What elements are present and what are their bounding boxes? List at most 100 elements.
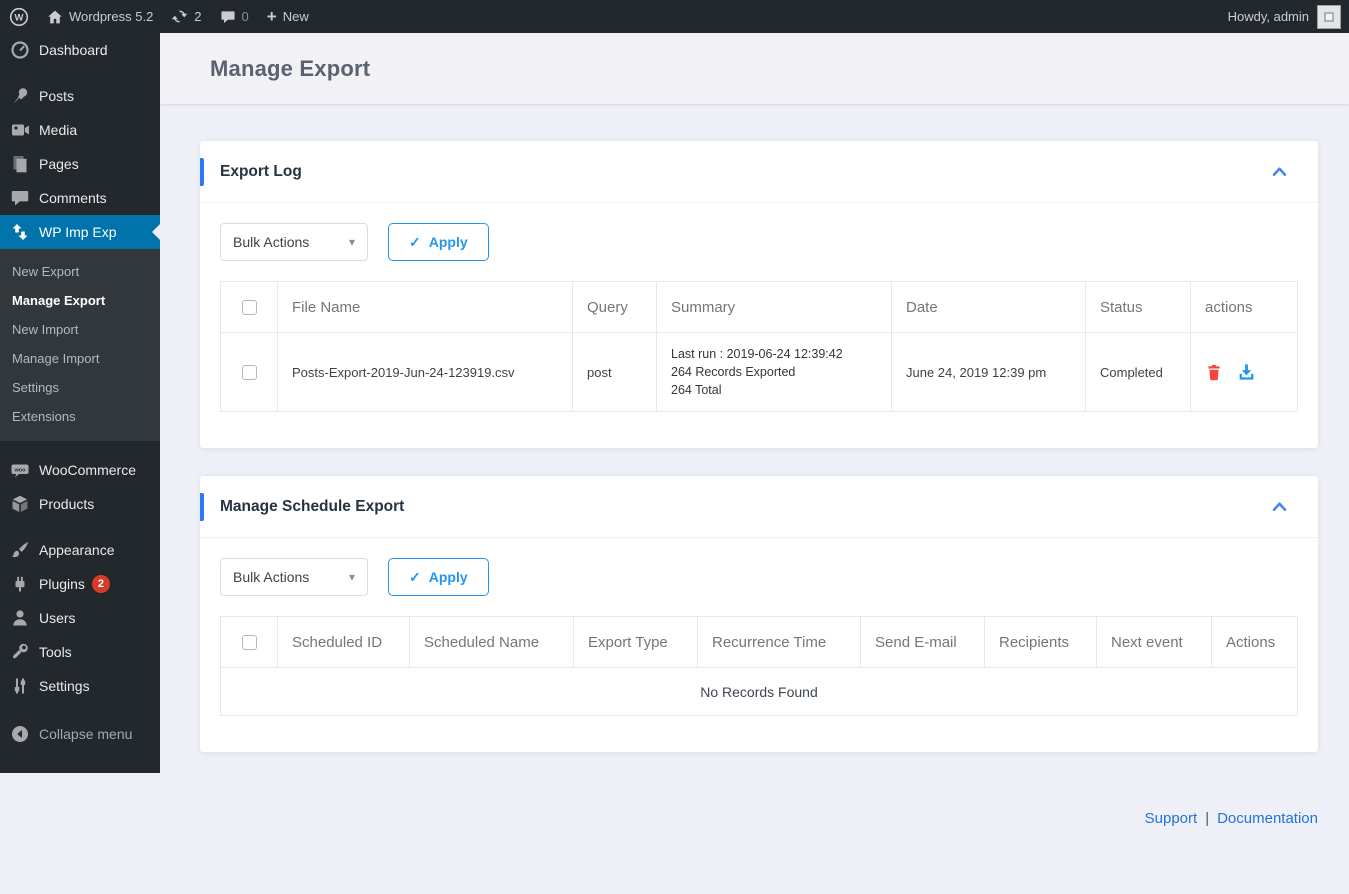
- woocommerce-icon: woo: [11, 464, 29, 478]
- bulk-actions-select[interactable]: Bulk Actions ▾: [220, 223, 368, 261]
- sidebar-item-users[interactable]: Users: [0, 601, 160, 635]
- sidebar-item-wp-imp-exp[interactable]: WP Imp Exp: [0, 215, 160, 249]
- sidebar-label: Products: [39, 496, 95, 512]
- export-log-collapse-toggle[interactable]: [1271, 166, 1288, 177]
- support-link[interactable]: Support: [1145, 810, 1198, 827]
- export-log-toolbar: Bulk Actions ▾ ✓ Apply: [220, 223, 1298, 261]
- bulk-actions-selected-value: Bulk Actions: [233, 234, 310, 250]
- select-all-cell: [221, 617, 278, 667]
- export-log-panel: Export Log Bulk Actions ▾ ✓ Apply File N…: [200, 141, 1318, 448]
- export-log-panel-header: Export Log: [200, 141, 1318, 203]
- sidebar-label: Plugins: [39, 576, 85, 592]
- updates-link[interactable]: 2: [162, 0, 210, 33]
- schedule-toolbar: Bulk Actions ▾ ✓ Apply: [220, 558, 1298, 596]
- collapse-arrow-icon: [12, 726, 28, 742]
- submenu-settings[interactable]: Settings: [0, 373, 160, 402]
- apply-label: Apply: [428, 234, 468, 250]
- schedule-apply-button[interactable]: ✓ Apply: [388, 558, 489, 596]
- row-select-cell: [221, 333, 278, 411]
- sidebar-item-tools[interactable]: Tools: [0, 635, 160, 669]
- wordpress-logo-menu[interactable]: W: [0, 0, 38, 33]
- schedule-panel-header: Manage Schedule Export: [200, 476, 1318, 538]
- plugin-footer: Support | Documentation: [200, 810, 1318, 827]
- submenu-manage-export[interactable]: Manage Export: [0, 286, 160, 315]
- sidebar-item-appearance[interactable]: Appearance: [0, 533, 160, 567]
- table-header-row: Scheduled ID Scheduled Name Export Type …: [221, 617, 1297, 667]
- footer-separator: |: [1205, 810, 1210, 827]
- column-header: Next event: [1097, 617, 1212, 667]
- page-title: Manage Export: [210, 55, 371, 81]
- plus-icon: +: [266, 7, 277, 26]
- wp-imp-exp-submenu: New Export Manage Export New Import Mana…: [0, 249, 160, 441]
- avatar-glyph: [1324, 11, 1334, 22]
- apply-button[interactable]: ✓ Apply: [388, 223, 489, 261]
- sidebar-label: WooCommerce: [39, 462, 136, 478]
- new-content-link[interactable]: + New: [258, 0, 318, 33]
- schedule-bulk-actions-select[interactable]: Bulk Actions ▾: [220, 558, 368, 596]
- download-button[interactable]: [1237, 363, 1256, 382]
- column-header: Send E-mail: [861, 617, 985, 667]
- delete-button[interactable]: [1205, 363, 1223, 382]
- svg-text:W: W: [15, 12, 24, 23]
- avatar[interactable]: [1317, 4, 1341, 29]
- select-all-checkbox[interactable]: [241, 299, 257, 315]
- brush-icon: [12, 542, 29, 558]
- content-area: Manage Export Export Log Bulk Actions ▾: [160, 33, 1349, 894]
- summary-cell: Last run : 2019-06-24 12:39:42 264 Recor…: [657, 333, 892, 411]
- submenu-manage-import[interactable]: Manage Import: [0, 344, 160, 373]
- sidebar-label: Dashboard: [39, 42, 108, 58]
- user-icon: [13, 610, 27, 626]
- apply-label: Apply: [428, 569, 468, 585]
- updates-icon: [171, 10, 188, 23]
- column-header: Actions: [1226, 633, 1276, 651]
- chevron-down-icon: ▾: [348, 235, 355, 249]
- dashboard-icon: [11, 41, 29, 59]
- comments-icon: [11, 191, 29, 206]
- bulk-actions-selected-value: Bulk Actions: [233, 569, 310, 585]
- sidebar-label: Pages: [39, 156, 79, 172]
- collapse-menu-button[interactable]: Collapse menu: [0, 717, 160, 751]
- page-header: Manage Export: [160, 33, 1349, 104]
- manage-schedule-export-panel: Manage Schedule Export Bulk Actions ▾ ✓ …: [200, 476, 1318, 752]
- sidebar-item-pages[interactable]: Pages: [0, 147, 160, 181]
- actions-cell: [1191, 333, 1297, 411]
- sidebar-item-comments[interactable]: Comments: [0, 181, 160, 215]
- sidebar-item-products[interactable]: Products: [0, 487, 160, 521]
- schedule-panel-title: Manage Schedule Export: [220, 497, 405, 515]
- svg-text:woo: woo: [14, 468, 26, 474]
- sidebar-item-settings[interactable]: Settings: [0, 669, 160, 703]
- wrench-icon: [12, 643, 28, 659]
- pin-icon: [13, 88, 28, 104]
- schedule-collapse-toggle[interactable]: [1271, 501, 1288, 512]
- sidebar-label: Users: [39, 610, 76, 626]
- file-name-cell: Posts-Export-2019-Jun-24-123919.csv: [278, 333, 573, 411]
- summary-line: 264 Records Exported: [671, 364, 796, 379]
- howdy-text[interactable]: Howdy, admin: [1228, 9, 1309, 24]
- sidebar-item-plugins[interactable]: Plugins 2: [0, 567, 160, 601]
- column-header: Export Type: [574, 617, 698, 667]
- column-header: Status: [1086, 282, 1191, 332]
- site-name-link[interactable]: Wordpress 5.2: [38, 0, 162, 33]
- sliders-icon: [14, 678, 26, 694]
- submenu-extensions[interactable]: Extensions: [0, 402, 160, 431]
- column-header: Scheduled ID: [278, 617, 410, 667]
- date-cell: June 24, 2019 12:39 pm: [892, 333, 1086, 411]
- comments-link[interactable]: 0: [211, 0, 258, 33]
- sidebar-item-woocommerce[interactable]: woo WooCommerce: [0, 453, 160, 487]
- column-header: actions: [1205, 298, 1253, 316]
- export-log-table: File Name Query Summary Date Status acti…: [220, 281, 1298, 412]
- submenu-new-import[interactable]: New Import: [0, 315, 160, 344]
- menu-separator: [0, 441, 160, 453]
- update-count: 2: [194, 9, 202, 24]
- sidebar-item-posts[interactable]: Posts: [0, 79, 160, 113]
- submenu-new-export[interactable]: New Export: [0, 257, 160, 286]
- sidebar-item-media[interactable]: Media: [0, 113, 160, 147]
- column-header: Summary: [657, 282, 892, 332]
- column-header: Recurrence Time: [698, 617, 861, 667]
- row-checkbox[interactable]: [241, 364, 257, 380]
- select-all-checkbox[interactable]: [241, 634, 257, 650]
- documentation-link[interactable]: Documentation: [1217, 810, 1318, 827]
- admin-bar: W Wordpress 5.2 2 0 + New Howdy, admin: [0, 0, 1349, 33]
- sidebar-item-dashboard[interactable]: Dashboard: [0, 33, 160, 67]
- status-cell: Completed: [1086, 333, 1191, 411]
